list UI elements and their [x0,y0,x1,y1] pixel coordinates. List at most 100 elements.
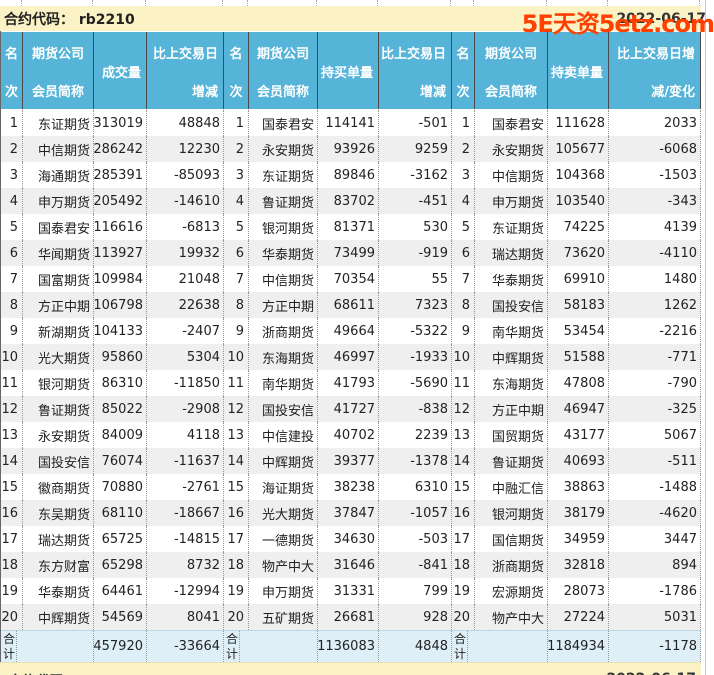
bottom-title-bar: 合约代码： rb2210 2022-06-17 [0,662,714,675]
cell-value: 34630 [318,526,379,552]
cell-change: -2216 [609,318,701,344]
header-company-line1: 期货公司 [31,47,84,62]
cell-value: 31646 [318,552,379,578]
table-row: 14 中辉期货 39377 -1378 [224,448,452,474]
cell-company: 中信期货 [23,136,94,162]
cell-value: 40702 [318,422,379,448]
table-row: 3 中信期货 104368 -1503 [452,162,701,188]
cell-rank: 13 [224,422,249,448]
cell-company: 宏源期货 [475,578,548,604]
cell-rank: 12 [452,396,475,422]
table-group-short-positions: 名次期货公司 会员简称 持卖单量 比上交易日增 减/变化 1 国泰君安 111628 2033 2… [452,31,701,662]
cell-company: 光大期货 [23,344,94,370]
cell-change: -790 [609,370,701,396]
cell-rank: 7 [452,266,475,292]
cell-change: -11850 [147,370,224,396]
cell-rank: 6 [452,240,475,266]
cell-company: 东证期货 [249,162,318,188]
cell-company: 中辉期货 [249,448,318,474]
header-change: 比上交易日 增减 [147,32,224,109]
cell-change: -1786 [609,578,701,604]
site-watermark-logo[interactable]: 5E天资5etz.com [522,4,714,39]
cell-value: 38238 [318,474,379,500]
cell-change: 5067 [609,422,701,448]
cell-value: 205492 [94,188,147,214]
contract-title-bar: 合约代码： rb2210 2022-06-17 5E天资5etz.com [0,6,714,38]
total-company-empty [249,631,318,662]
right-margin-line [705,0,706,675]
header-change-line2: 增减 [191,85,218,100]
cell-company: 中信期货 [475,162,548,188]
cell-value: 38863 [548,474,609,500]
cell-rank: 10 [452,344,475,370]
header-change-line1: 比上交易日 [380,47,446,62]
header-change-line2: 增减 [419,85,446,100]
table-row: 14 鲁证期货 40693 -511 [452,448,701,474]
total-change: 4848 [379,631,452,662]
cell-change: -4620 [609,500,701,526]
cell-rank: 19 [452,578,475,604]
cell-rank: 20 [224,604,249,630]
header-company-line1: 期货公司 [484,47,537,62]
cell-rank: 11 [224,370,249,396]
header-company-line2: 会员简称 [484,85,537,100]
cell-value: 114141 [318,110,379,136]
cell-company: 永安期货 [475,136,548,162]
table-row: 7 国富期货 109984 21048 [1,266,224,292]
cell-change: 21048 [147,266,224,292]
cell-change: -5690 [379,370,452,396]
table-row: 7 华泰期货 69910 1480 [452,266,701,292]
cell-company: 银河期货 [475,500,548,526]
cell-change: 928 [379,604,452,630]
cell-company: 国信期货 [475,526,548,552]
cell-rank: 16 [452,500,475,526]
cell-value: 54569 [94,604,147,630]
table-row: 6 瑞达期货 73620 -4110 [452,240,701,266]
cell-rank: 1 [452,110,475,136]
table-row: 19 申万期货 31331 799 [224,578,452,604]
cell-rank: 14 [1,448,23,474]
cell-company: 华泰期货 [23,578,94,604]
cell-value: 49664 [318,318,379,344]
cell-rank: 2 [1,136,23,162]
cell-value: 37847 [318,500,379,526]
total-row: 合计 1184934 -1178 [452,630,701,662]
contract-code-title: 合约代码： rb2210 [4,11,135,28]
cell-change: -511 [609,448,701,474]
cell-value: 41793 [318,370,379,396]
cell-change: 2033 [609,110,701,136]
cell-value: 28073 [548,578,609,604]
cell-company: 国投安信 [249,396,318,422]
cell-value: 84009 [94,422,147,448]
table-row: 6 华闻期货 113927 19932 [1,240,224,266]
cell-company: 方正中期 [475,396,548,422]
table-row: 8 国投安信 58183 1262 [452,292,701,318]
cell-company: 中辉期货 [475,344,548,370]
cell-rank: 5 [1,214,23,240]
cell-value: 46997 [318,344,379,370]
cell-rank: 19 [224,578,249,604]
cell-company: 物产中大 [249,552,318,578]
cell-change: -501 [379,110,452,136]
cell-change: -1933 [379,344,452,370]
cell-change: -771 [609,344,701,370]
cell-rank: 9 [1,318,23,344]
table-row: 7 中信期货 70354 55 [224,266,452,292]
total-value: 1184934 [548,631,609,662]
cell-value: 68110 [94,500,147,526]
table-row: 18 东方财富 65298 8732 [1,552,224,578]
cell-value: 113927 [94,240,147,266]
footer-date: 2022-06-17 [606,671,696,675]
cell-company: 浙商期货 [249,318,318,344]
table-row: 12 方正中期 46947 -325 [452,396,701,422]
table-row: 19 宏源期货 28073 -1786 [452,578,701,604]
total-company-empty [475,631,548,662]
cell-rank: 20 [452,604,475,630]
cell-value: 86310 [94,370,147,396]
header-change-line2: 减/变化 [651,85,695,100]
cell-company: 中信期货 [249,266,318,292]
table-row: 17 国信期货 34959 3447 [452,526,701,552]
cell-rank: 6 [1,240,23,266]
cell-rank: 17 [224,526,249,552]
cell-change: -11637 [147,448,224,474]
